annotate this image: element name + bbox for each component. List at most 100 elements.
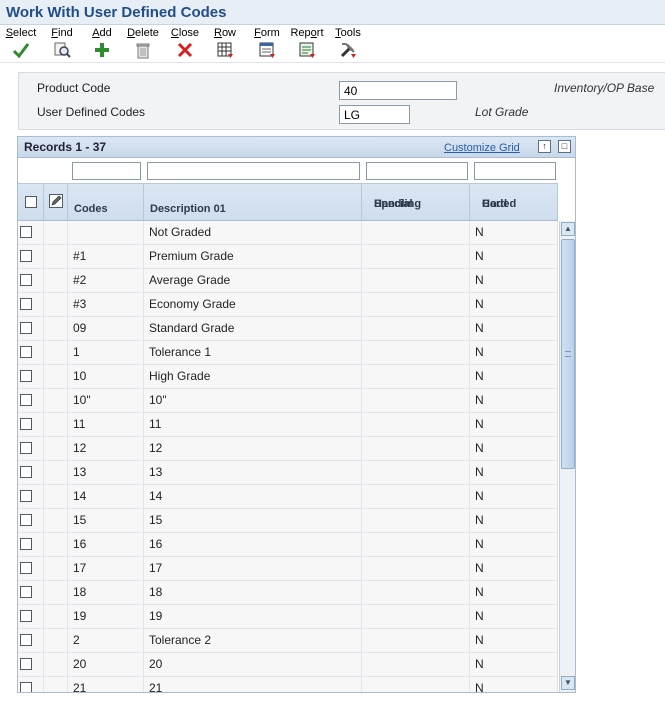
report-menu-button[interactable]: Report	[290, 27, 324, 61]
row-checkbox[interactable]	[20, 274, 32, 286]
select-all-checkbox[interactable]	[25, 196, 37, 208]
table-row[interactable]: 11 11 N	[18, 413, 558, 437]
tools-label-rest: ools	[340, 27, 361, 39]
row-checkbox[interactable]	[20, 418, 32, 430]
description-cell: Economy Grade	[144, 293, 362, 316]
row-checkbox[interactable]	[20, 442, 32, 454]
row-action-cell	[44, 581, 68, 604]
row-checkbox[interactable]	[20, 658, 32, 670]
description-cell: 12	[144, 437, 362, 460]
column-header-codes[interactable]: Codes	[68, 184, 144, 221]
row-checkbox[interactable]	[20, 322, 32, 334]
special-handling-cell	[362, 581, 470, 604]
row-checkbox[interactable]	[20, 346, 32, 358]
row-checkbox[interactable]	[20, 394, 32, 406]
udc-input[interactable]	[339, 105, 410, 124]
special-handling-cell	[362, 485, 470, 508]
hard-coded-cell: N	[470, 437, 558, 460]
table-row[interactable]: 1 Tolerance 1 N	[18, 341, 558, 365]
table-row[interactable]: 18 18 N	[18, 581, 558, 605]
table-row[interactable]: 15 15 N	[18, 509, 558, 533]
row-action-cell	[44, 245, 68, 268]
table-row[interactable]: 10" 10" N	[18, 389, 558, 413]
report-menu-icon	[299, 42, 315, 58]
product-code-input[interactable]	[339, 81, 457, 100]
column-header-special-handling[interactable]: Special Handling	[362, 184, 470, 221]
row-checkbox[interactable]	[20, 226, 32, 238]
table-row[interactable]: #1 Premium Grade N	[18, 245, 558, 269]
table-row[interactable]: 16 16 N	[18, 533, 558, 557]
table-row[interactable]: 14 14 N	[18, 485, 558, 509]
table-row[interactable]: 17 17 N	[18, 557, 558, 581]
row-action-cell	[44, 629, 68, 652]
table-row[interactable]: 12 12 N	[18, 437, 558, 461]
row-checkbox[interactable]	[20, 298, 32, 310]
row-action-cell	[44, 485, 68, 508]
row-checkbox[interactable]	[20, 586, 32, 598]
table-row[interactable]: 21 21 N	[18, 677, 558, 692]
table-row[interactable]: 2 Tolerance 2 N	[18, 629, 558, 653]
row-menu-button[interactable]: Row	[212, 27, 238, 61]
select-button[interactable]: Select	[4, 27, 38, 61]
special-handling-cell	[362, 461, 470, 484]
delete-button[interactable]: Delete	[126, 27, 160, 61]
edit-pencil-icon[interactable]	[49, 194, 63, 208]
row-select-cell	[18, 269, 44, 292]
table-row[interactable]: #2 Average Grade N	[18, 269, 558, 293]
description-cell: Tolerance 2	[144, 629, 362, 652]
select-all-column	[18, 184, 44, 221]
qbe-hard-coded-input[interactable]	[474, 162, 556, 180]
codes-header-label: Codes	[74, 203, 108, 215]
qbe-codes-input[interactable]	[72, 162, 141, 180]
table-row[interactable]: 09 Standard Grade N	[18, 317, 558, 341]
close-button[interactable]: Close	[170, 27, 200, 61]
code-cell: 11	[68, 413, 144, 436]
row-checkbox[interactable]	[20, 610, 32, 622]
row-select-cell	[18, 317, 44, 340]
close-accelerator: C	[170, 27, 179, 39]
title-bar: Work With User Defined Codes	[0, 0, 665, 25]
row-checkbox[interactable]	[20, 514, 32, 526]
column-header-description[interactable]: Description 01	[144, 184, 362, 221]
vertical-scrollbar[interactable]: ▲ ▼	[559, 221, 575, 692]
report-label-rest: rt	[316, 27, 324, 39]
column-header-hard-coded[interactable]: Hard Coded	[470, 184, 558, 221]
row-checkbox[interactable]	[20, 682, 32, 692]
table-row[interactable]: 20 20 N	[18, 653, 558, 677]
trash-icon	[136, 43, 150, 59]
row-checkbox[interactable]	[20, 466, 32, 478]
row-checkbox[interactable]	[20, 538, 32, 550]
row-checkbox[interactable]	[20, 250, 32, 262]
table-row[interactable]: Not Graded N	[18, 221, 558, 245]
customize-grid-link[interactable]: Customize Grid	[444, 142, 520, 154]
code-cell: 15	[68, 509, 144, 532]
table-row[interactable]: 13 13 N	[18, 461, 558, 485]
records-count: Records 1 - 37	[24, 140, 107, 154]
tools-menu-button[interactable]: Tools	[333, 27, 363, 61]
table-row[interactable]: 19 19 N	[18, 605, 558, 629]
row-select-cell	[18, 653, 44, 676]
maximize-icon[interactable]: □	[558, 140, 571, 153]
scroll-up-icon[interactable]: ▲	[561, 222, 575, 236]
table-row[interactable]: #3 Economy Grade N	[18, 293, 558, 317]
row-checkbox[interactable]	[20, 634, 32, 646]
row-checkbox[interactable]	[20, 370, 32, 382]
scroll-grip-icon	[565, 351, 571, 357]
table-row[interactable]: 10 High Grade N	[18, 365, 558, 389]
scroll-thumb[interactable]	[561, 239, 575, 469]
row-checkbox[interactable]	[20, 490, 32, 502]
scroll-down-icon[interactable]: ▼	[561, 676, 575, 690]
special-handling-cell	[362, 437, 470, 460]
row-action-cell	[44, 317, 68, 340]
qbe-special-handling-input[interactable]	[366, 162, 468, 180]
find-button[interactable]: Find	[48, 27, 76, 61]
add-button[interactable]: Add	[89, 27, 115, 61]
hard-coded-cell: N	[470, 341, 558, 364]
export-icon[interactable]: ↑	[538, 140, 551, 153]
form-menu-button[interactable]: Form	[253, 27, 281, 61]
hard-coded-cell: N	[470, 581, 558, 604]
row-action-cell	[44, 437, 68, 460]
row-checkbox[interactable]	[20, 562, 32, 574]
qbe-description-input[interactable]	[147, 162, 360, 180]
code-cell: 10"	[68, 389, 144, 412]
